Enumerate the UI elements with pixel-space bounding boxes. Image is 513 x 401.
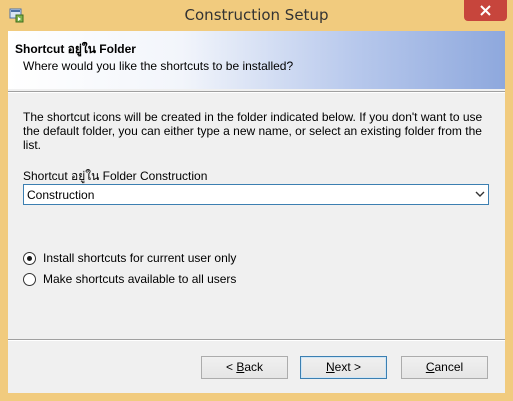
next-button[interactable]: Next > bbox=[300, 356, 387, 379]
back-button-prefix: < bbox=[225, 360, 237, 374]
chevron-down-icon[interactable] bbox=[475, 190, 485, 198]
radio-current-user[interactable]: Install shortcuts for current user only bbox=[23, 250, 236, 266]
folder-combobox[interactable]: Construction bbox=[23, 184, 489, 205]
cancel-button-label: ancel bbox=[434, 360, 464, 374]
close-button[interactable] bbox=[464, 0, 507, 21]
radio-current-user-button[interactable] bbox=[23, 251, 36, 265]
folder-combobox-value[interactable]: Construction bbox=[27, 188, 94, 202]
back-button[interactable]: < Back bbox=[201, 356, 288, 379]
next-button-label: ext > bbox=[334, 360, 362, 374]
dialog-client-area: Shortcut อยู่ใน Folder Where would you l… bbox=[8, 31, 505, 393]
cancel-button[interactable]: Cancel bbox=[401, 356, 488, 379]
title-bar[interactable]: Construction Setup bbox=[0, 0, 513, 33]
radio-all-users-label[interactable]: Make shortcuts available to all users bbox=[43, 272, 236, 286]
radio-current-user-label[interactable]: Install shortcuts for current user only bbox=[43, 251, 236, 265]
next-button-mnemonic: N bbox=[325, 360, 335, 374]
banner-subtitle: Where would you like the shortcuts to be… bbox=[23, 59, 294, 73]
header-banner: Shortcut อยู่ใน Folder Where would you l… bbox=[8, 31, 505, 89]
radio-all-users[interactable]: Make shortcuts available to all users bbox=[23, 271, 236, 287]
back-button-label: ack bbox=[244, 360, 264, 374]
setup-window: Construction Setup Shortcut อยู่ใน Folde… bbox=[0, 0, 513, 401]
footer-divider-highlight bbox=[8, 340, 505, 341]
radio-all-users-button[interactable] bbox=[23, 272, 36, 286]
close-icon bbox=[480, 5, 491, 16]
banner-divider-highlight bbox=[8, 92, 505, 93]
banner-title: Shortcut อยู่ใน Folder bbox=[15, 42, 136, 56]
window-title: Construction Setup bbox=[184, 6, 329, 24]
description-text: The shortcut icons will be created in th… bbox=[23, 110, 483, 152]
